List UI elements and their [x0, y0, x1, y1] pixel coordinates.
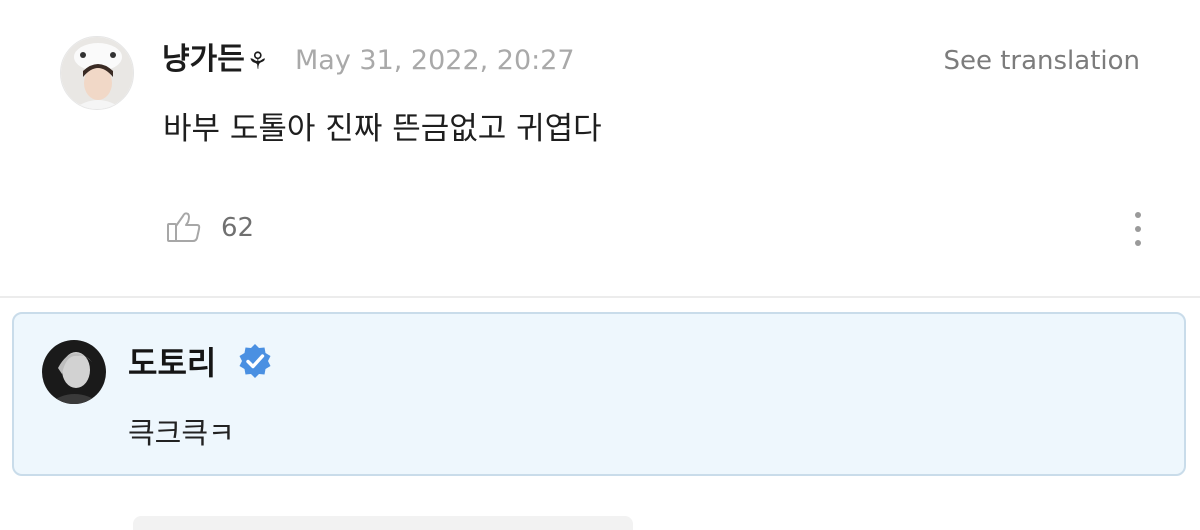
like-count: 62	[221, 213, 255, 243]
flower-icon: ⚘	[246, 47, 269, 75]
verified-badge-icon	[236, 342, 274, 380]
avatar[interactable]	[42, 340, 106, 404]
comment-item: 냥가든⚘ May 31, 2022, 20:27 See translation…	[0, 0, 1200, 298]
reply-username[interactable]: 도토리	[128, 340, 216, 386]
see-translation-link[interactable]: See translation	[943, 42, 1140, 80]
next-comment-preview	[133, 516, 633, 530]
reply-box: 도토리 큭크큭ㅋ	[12, 312, 1186, 476]
more-vertical-icon[interactable]	[1128, 208, 1148, 252]
thumbs-up-icon[interactable]	[164, 207, 204, 247]
reply-text: 큭크큭ㅋ	[128, 416, 235, 450]
comment-timestamp: May 31, 2022, 20:27	[295, 45, 575, 76]
comment-text: 바부 도톨아 진짜 뜬금없고 귀엽다	[163, 111, 602, 147]
divider	[0, 296, 1200, 298]
comment-username[interactable]: 냥가든⚘	[162, 38, 268, 83]
avatar[interactable]	[60, 36, 134, 110]
